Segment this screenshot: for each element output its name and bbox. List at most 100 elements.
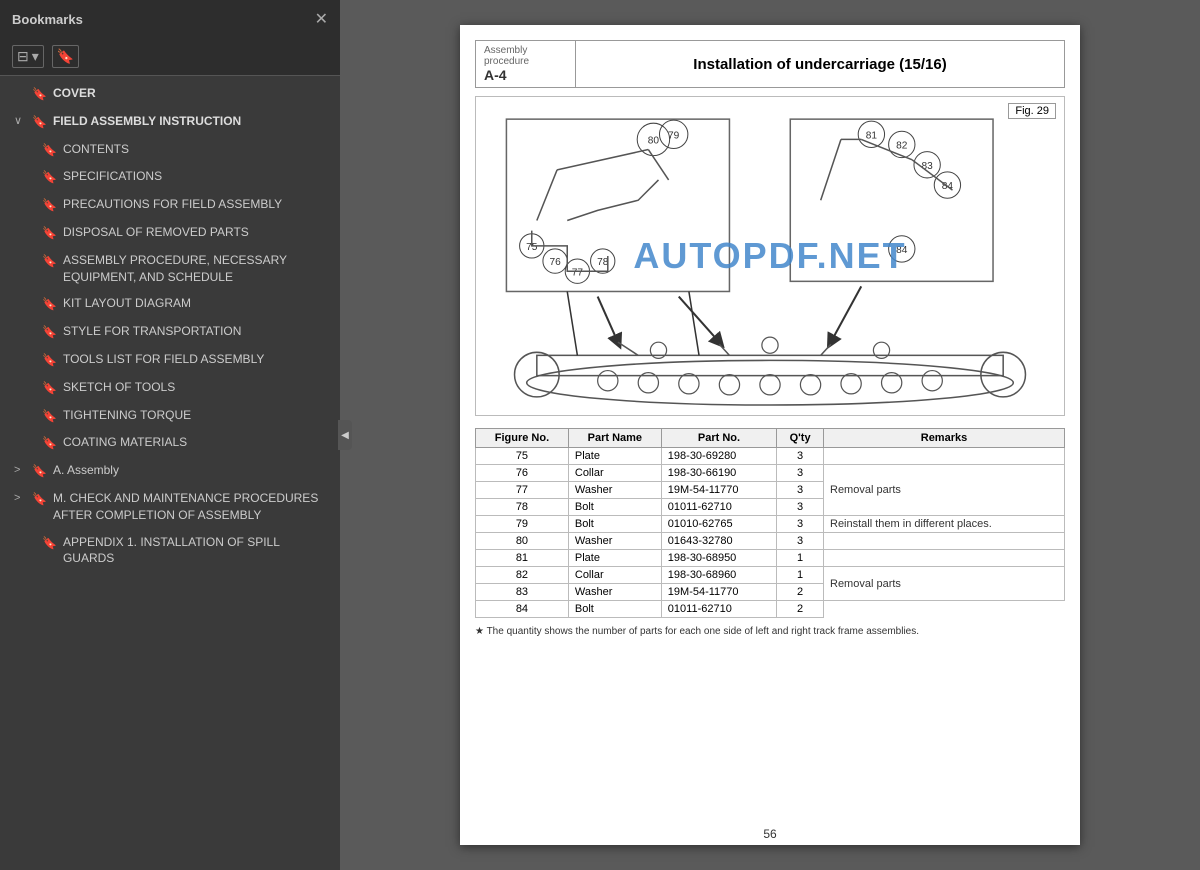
parts-table: Figure No. Part Name Part No. Q'ty Remar… — [475, 428, 1065, 618]
diagram-area: Fig. 29 AUTOPDF.NET 80 79 75 76 — [475, 96, 1065, 416]
sidebar-item-label-disposal: DISPOSAL OF REMOVED PARTS — [63, 224, 330, 241]
cell-fig: 79 — [476, 516, 569, 533]
bookmark-icon-style: 🔖 — [42, 324, 57, 341]
cell-part: 01643-32780 — [661, 533, 776, 550]
arrow-placeholder — [24, 253, 36, 268]
collapse-panel-button[interactable]: ◀ — [338, 420, 352, 450]
col-header-part: Part No. — [661, 429, 776, 448]
sidebar-item-kit-layout[interactable]: 🔖 KIT LAYOUT DIAGRAM — [0, 290, 340, 318]
cell-part: 01011-62710 — [661, 499, 776, 516]
parts-table-wrapper: Figure No. Part Name Part No. Q'ty Remar… — [475, 428, 1065, 618]
doc-section-id: Assembly procedure A-4 — [476, 41, 576, 87]
sidebar-item-field-assembly[interactable]: ∨ 🔖 FIELD ASSEMBLY INSTRUCTION — [0, 108, 340, 136]
table-row: 80Washer01643-327803 — [476, 533, 1065, 550]
footnote: ★ The quantity shows the number of parts… — [475, 626, 1065, 637]
bookmark-icon: 🔖 — [57, 48, 74, 65]
cell-part: 198-30-69280 — [661, 448, 776, 465]
sidebar-item-assembly-proc[interactable]: 🔖 ASSEMBLY PROCEDURE, NECESSARY EQUIPMEN… — [0, 247, 340, 291]
sidebar-item-a-assembly[interactable]: > 🔖 A. Assembly — [0, 457, 340, 485]
svg-text:79: 79 — [668, 130, 680, 141]
cell-remark — [824, 533, 1065, 550]
arrow-placeholder — [24, 324, 36, 339]
sidebar-item-label-tools: TOOLS LIST FOR FIELD ASSEMBLY — [63, 351, 330, 368]
section-label: Assembly procedure — [484, 45, 567, 67]
sidebar-item-label-tightening: TIGHTENING TORQUE — [63, 407, 330, 424]
bookmark-icon-field: 🔖 — [32, 114, 47, 131]
main-content: Assembly procedure A-4 Installation of u… — [340, 0, 1200, 870]
sidebar-item-cover[interactable]: 🔖 COVER — [0, 80, 340, 108]
cell-qty: 3 — [777, 533, 824, 550]
cell-remark: Reinstall them in different places. — [824, 516, 1065, 533]
sidebar-item-tools-list[interactable]: 🔖 TOOLS LIST FOR FIELD ASSEMBLY — [0, 346, 340, 374]
arrow-placeholder — [24, 225, 36, 240]
arrow-placeholder — [24, 169, 36, 184]
cell-fig: 80 — [476, 533, 569, 550]
sidebar-item-coating[interactable]: 🔖 COATING MATERIALS — [0, 429, 340, 457]
bookmark-icon-coating: 🔖 — [42, 435, 57, 452]
arrow-placeholder — [24, 296, 36, 311]
section-value: A-4 — [484, 67, 567, 83]
cell-name: Washer — [568, 533, 661, 550]
cell-fig: 76 — [476, 465, 569, 482]
table-row: 75Plate198-30-692803 — [476, 448, 1065, 465]
col-header-qty: Q'ty — [777, 429, 824, 448]
sidebar-title: Bookmarks — [12, 12, 83, 27]
cell-fig: 82 — [476, 567, 569, 584]
sidebar-item-label-assembly-proc: ASSEMBLY PROCEDURE, NECESSARY EQUIPMENT,… — [63, 252, 330, 286]
col-header-name: Part Name — [568, 429, 661, 448]
cell-part: 198-30-66190 — [661, 465, 776, 482]
cell-part: 198-30-68950 — [661, 550, 776, 567]
sidebar-item-disposal[interactable]: 🔖 DISPOSAL OF REMOVED PARTS — [0, 219, 340, 247]
view-options-button[interactable]: ⊟ ▾ — [12, 45, 44, 68]
expand-arrow-field: ∨ — [14, 114, 26, 129]
sidebar-item-appendix[interactable]: 🔖 APPENDIX 1. INSTALLATION OF SPILL GUAR… — [0, 529, 340, 573]
cell-fig: 83 — [476, 584, 569, 601]
sidebar-item-specifications[interactable]: 🔖 SPECIFICATIONS — [0, 163, 340, 191]
sidebar-item-sketch[interactable]: 🔖 SKETCH OF TOOLS — [0, 374, 340, 402]
bookmark-add-button[interactable]: 🔖 — [52, 45, 79, 68]
sidebar-item-label-sketch: SKETCH OF TOOLS — [63, 379, 330, 396]
cell-part: 198-30-68960 — [661, 567, 776, 584]
cell-name: Plate — [568, 448, 661, 465]
bookmark-icon-disposal: 🔖 — [42, 225, 57, 242]
cell-qty: 3 — [777, 465, 824, 482]
table-row: 84Bolt01011-627102 — [476, 601, 1065, 618]
sidebar-item-contents[interactable]: 🔖 CONTENTS — [0, 136, 340, 164]
list-icon: ⊟ — [17, 48, 29, 65]
table-row: 79Bolt01010-627653Reinstall them in diff… — [476, 516, 1065, 533]
cell-qty: 2 — [777, 601, 824, 618]
sidebar-header: Bookmarks ✕ — [0, 0, 340, 38]
svg-text:76: 76 — [549, 257, 561, 268]
sidebar-item-label-precautions: PRECAUTIONS FOR FIELD ASSEMBLY — [63, 196, 330, 213]
cell-remark — [824, 448, 1065, 465]
sidebar-item-style-transport[interactable]: 🔖 STYLE FOR TRANSPORTATION — [0, 318, 340, 346]
col-header-remarks: Remarks — [824, 429, 1065, 448]
sidebar-toolbar: ⊟ ▾ 🔖 — [0, 38, 340, 76]
cell-name: Bolt — [568, 499, 661, 516]
bookmark-icon-kit: 🔖 — [42, 296, 57, 313]
cell-fig: 78 — [476, 499, 569, 516]
bookmark-icon-assembly-proc: 🔖 — [42, 253, 57, 270]
table-row: 82Collar198-30-689601Removal parts — [476, 567, 1065, 584]
sidebar-item-m-check[interactable]: > 🔖 M. CHECK AND MAINTENANCE PROCEDURES … — [0, 485, 340, 529]
document-page: Assembly procedure A-4 Installation of u… — [460, 25, 1080, 845]
cell-part: 01010-62765 — [661, 516, 776, 533]
bookmark-icon-specs: 🔖 — [42, 169, 57, 186]
bookmark-icon-contents: 🔖 — [42, 142, 57, 159]
doc-header: Assembly procedure A-4 Installation of u… — [475, 40, 1065, 88]
bookmark-icon-appendix: 🔖 — [42, 535, 57, 552]
col-header-fig: Figure No. — [476, 429, 569, 448]
sidebar-item-precautions[interactable]: 🔖 PRECAUTIONS FOR FIELD ASSEMBLY — [0, 191, 340, 219]
arrow-placeholder — [14, 86, 26, 101]
svg-text:82: 82 — [896, 141, 908, 152]
sidebar-item-tightening[interactable]: 🔖 TIGHTENING TORQUE — [0, 402, 340, 430]
sidebar: Bookmarks ✕ ⊟ ▾ 🔖 🔖 COVER ∨ 🔖 FIELD ASSE… — [0, 0, 340, 870]
cell-name: Washer — [568, 584, 661, 601]
watermark: AUTOPDF.NET — [633, 235, 906, 277]
close-icon[interactable]: ✕ — [315, 9, 328, 29]
bookmark-icon-m: 🔖 — [32, 491, 47, 508]
sidebar-item-label-coating: COATING MATERIALS — [63, 434, 330, 451]
svg-text:83: 83 — [922, 161, 934, 172]
bookmark-list: 🔖 COVER ∨ 🔖 FIELD ASSEMBLY INSTRUCTION 🔖… — [0, 76, 340, 870]
cell-name: Collar — [568, 567, 661, 584]
